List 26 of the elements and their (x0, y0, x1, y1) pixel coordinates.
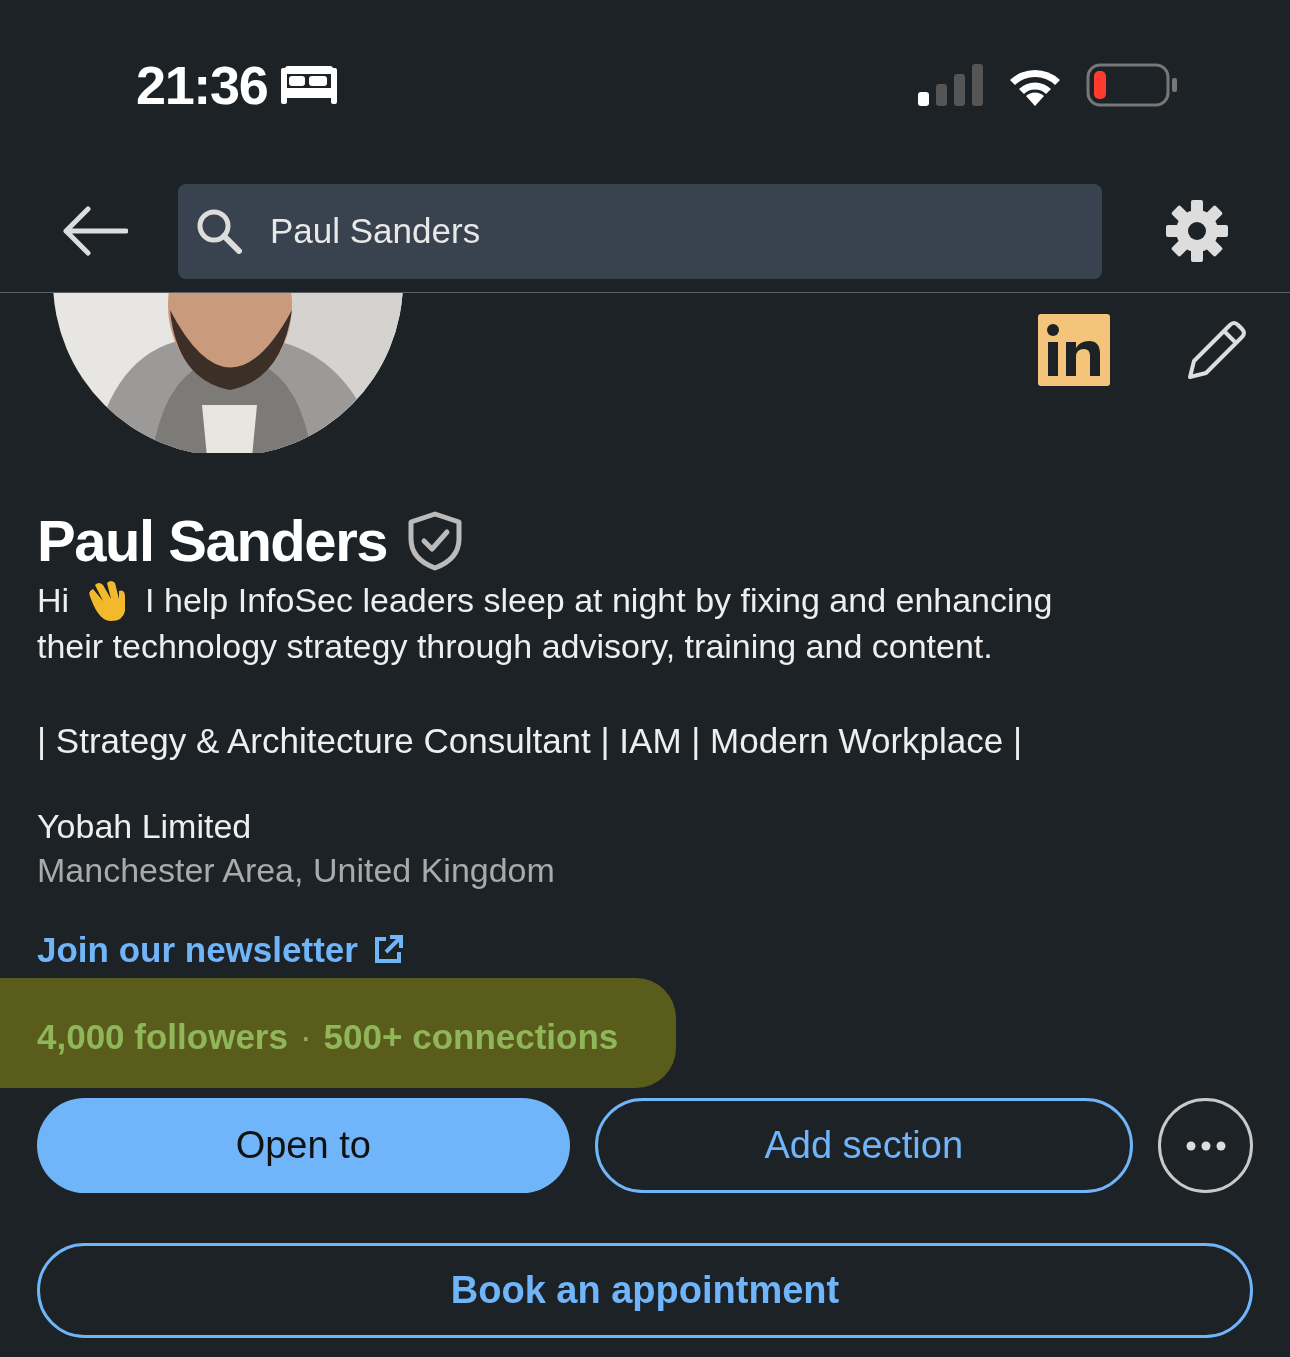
pencil-icon[interactable] (1186, 319, 1248, 381)
open-to-button[interactable]: Open to (37, 1098, 570, 1193)
profile-name: Paul Sanders (37, 512, 388, 570)
status-time: 21:36 (136, 53, 268, 117)
company-text: Yobah Limited (37, 805, 253, 847)
tagline-text: | Strategy & Architecture Consultant | IAM | Modern Workplace | (37, 720, 1024, 762)
more-icon (1185, 1140, 1226, 1151)
shield-check-icon (407, 511, 464, 571)
search-icon (196, 208, 242, 254)
headline-text: their technology strategy through advisory, training and content. (37, 626, 993, 667)
signal-icon (918, 64, 984, 106)
search-value: Paul Sanders (270, 209, 481, 252)
add-section-button[interactable]: Add section (594, 1098, 1133, 1193)
more-button[interactable] (1158, 1098, 1253, 1193)
headline-text: I help InfoSec leaders sleep at night by fixing and enhancing (145, 580, 1053, 621)
greeting-text: Hi (37, 580, 70, 621)
book-appointment-button[interactable]: Book an appointment (37, 1243, 1253, 1338)
settings-icon[interactable] (1166, 200, 1228, 262)
newsletter-link[interactable]: Join our newsletter (37, 923, 404, 976)
back-arrow-icon[interactable] (62, 206, 128, 256)
location-text: Manchester Area, United Kingdom (37, 849, 556, 891)
separator-dot: · (299, 1016, 312, 1058)
search-field[interactable]: Paul Sanders (178, 183, 1102, 279)
in-logo-icon[interactable] (1038, 314, 1110, 386)
battery-icon (1086, 63, 1178, 107)
bed-icon (281, 66, 338, 104)
